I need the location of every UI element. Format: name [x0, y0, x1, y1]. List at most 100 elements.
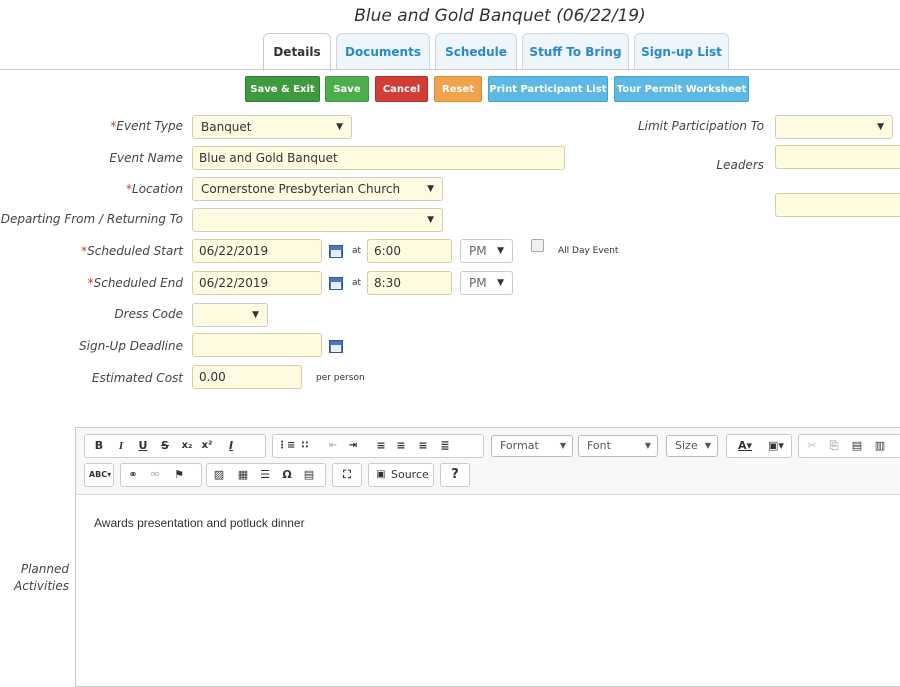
numbered-list-icon[interactable]: ⋮≡: [277, 438, 295, 454]
tour-permit-worksheet-button[interactable]: Tour Permit Worksheet: [614, 76, 749, 102]
table-icon[interactable]: ▦: [235, 467, 251, 483]
format-dropdown[interactable]: Format ▼: [491, 435, 573, 457]
limit-participation-select[interactable]: ▼: [775, 115, 893, 139]
chevron-down-icon: ▼: [877, 122, 884, 132]
tab-signup-list[interactable]: Sign-up List: [634, 33, 729, 69]
end-date-input[interactable]: 06/22/2019: [192, 271, 322, 295]
special-char-icon[interactable]: Ω: [279, 467, 295, 483]
unlink-icon[interactable]: ⚮: [147, 467, 163, 483]
chevron-down-icon: ▼: [252, 310, 259, 320]
event-type-label: *Event Type: [0, 119, 183, 133]
paste-text-icon[interactable]: ▥: [872, 438, 888, 454]
insert-group: ▨ ▦ ☰ Ω ▤: [206, 463, 326, 487]
tab-schedule[interactable]: Schedule: [435, 33, 517, 69]
chevron-down-icon: ▼: [427, 215, 434, 225]
justify-icon[interactable]: ≣: [437, 438, 453, 454]
location-label-text: Location: [132, 182, 183, 196]
end-time-input[interactable]: 8:30: [367, 271, 452, 295]
align-right-icon[interactable]: ≡: [415, 438, 431, 454]
estimated-cost-input[interactable]: 0.00: [192, 365, 302, 389]
format-label: Format: [500, 439, 539, 452]
leaders-input-2[interactable]: [775, 193, 900, 217]
tab-details[interactable]: Details: [263, 33, 331, 71]
at-label: at: [352, 278, 362, 288]
chevron-down-icon: ▼: [704, 441, 711, 450]
spellcheck-icon[interactable]: ABC▾: [88, 467, 112, 483]
all-day-checkbox[interactable]: [531, 239, 544, 252]
departing-label: Departing From / Returning To: [0, 212, 183, 226]
bold-icon[interactable]: B: [91, 438, 107, 454]
start-ampm-value: PM: [469, 244, 487, 258]
calendar-icon[interactable]: [329, 340, 343, 353]
editor-content[interactable]: Awards presentation and potluck dinner: [94, 516, 305, 530]
links-group: ⚭ ⚮ ⚑: [120, 463, 202, 487]
save-button[interactable]: Save: [325, 76, 369, 102]
scheduled-end-label-text: Scheduled End: [93, 276, 183, 290]
spellcheck-group: ABC▾: [84, 463, 114, 487]
maximize-icon[interactable]: ⛶: [339, 467, 355, 483]
strikethrough-icon[interactable]: S: [157, 438, 173, 454]
reset-button[interactable]: Reset: [434, 76, 482, 102]
dress-code-select[interactable]: ▼: [192, 303, 268, 327]
start-date-input[interactable]: 06/22/2019: [192, 239, 322, 263]
scheduled-start-label-text: Scheduled Start: [87, 244, 183, 258]
outdent-icon[interactable]: ⇤: [325, 438, 341, 454]
italic-icon[interactable]: I: [113, 438, 129, 454]
start-ampm-select[interactable]: PM ▼: [460, 239, 513, 263]
image-icon[interactable]: ▨: [211, 467, 227, 483]
font-dropdown[interactable]: Font ▼: [578, 435, 658, 457]
event-name-input[interactable]: Blue and Gold Banquet: [192, 146, 565, 170]
anchor-flag-icon[interactable]: ⚑: [171, 467, 187, 483]
subscript-icon[interactable]: x₂: [179, 438, 195, 454]
text-color-icon[interactable]: A▾: [732, 438, 758, 454]
help-icon: ?: [451, 467, 459, 482]
end-ampm-select[interactable]: PM ▼: [460, 271, 513, 295]
superscript-icon[interactable]: x²: [199, 438, 215, 454]
horizontal-line-icon[interactable]: ☰: [257, 467, 273, 483]
print-participant-list-button[interactable]: Print Participant List: [488, 76, 608, 102]
background-color-icon[interactable]: ▣▾: [763, 438, 789, 454]
help-button[interactable]: ?: [440, 463, 470, 487]
source-label: Source: [391, 468, 429, 481]
chevron-down-icon: ▼: [427, 184, 434, 194]
size-dropdown[interactable]: Size ▼: [666, 435, 718, 457]
source-icon: ▣: [376, 469, 386, 480]
link-icon[interactable]: ⚭: [125, 467, 141, 483]
tab-documents[interactable]: Documents: [336, 33, 430, 69]
clipboard-group: ✂ ⎘ ▤ ▥: [798, 434, 900, 458]
calendar-icon[interactable]: [329, 245, 343, 258]
start-time-input[interactable]: 6:00: [367, 239, 452, 263]
location-select[interactable]: Cornerstone Presbyterian Church ▼: [192, 177, 443, 201]
maximize-group: ⛶: [332, 463, 362, 487]
event-type-select[interactable]: Banquet ▼: [192, 115, 352, 139]
remove-format-icon[interactable]: I: [223, 438, 239, 454]
source-button[interactable]: ▣ Source: [368, 463, 434, 487]
tab-stuff-to-bring[interactable]: Stuff To Bring: [522, 33, 629, 69]
leaders-input-1[interactable]: [775, 145, 900, 169]
scheduled-start-label: *Scheduled Start: [0, 244, 183, 258]
page-title: Blue and Gold Banquet (06/22/19): [354, 6, 646, 26]
location-value: Cornerstone Presbyterian Church: [201, 182, 401, 196]
cancel-button[interactable]: Cancel: [375, 76, 428, 102]
event-name-label: Event Name: [109, 151, 183, 165]
page-break-icon[interactable]: ▤: [301, 467, 317, 483]
location-label: *Location: [0, 182, 183, 196]
bulleted-list-icon[interactable]: ∷: [297, 438, 313, 454]
calendar-icon[interactable]: [329, 277, 343, 290]
underline-icon[interactable]: U: [135, 438, 151, 454]
planned-label-line1: Planned: [20, 562, 69, 576]
at-label: at: [352, 246, 362, 256]
estimated-cost-label: Estimated Cost: [91, 371, 183, 385]
indent-icon[interactable]: ⇥: [345, 438, 361, 454]
tabs-divider: [0, 69, 900, 70]
cut-icon[interactable]: ✂: [804, 438, 820, 454]
align-left-icon[interactable]: ≡: [373, 438, 389, 454]
signup-deadline-input[interactable]: [192, 333, 322, 357]
basic-styles-group: B I U S x₂ x² I: [84, 434, 266, 458]
save-exit-button[interactable]: Save & Exit: [245, 76, 320, 102]
align-center-icon[interactable]: ≡: [393, 438, 409, 454]
departing-select[interactable]: ▼: [192, 208, 443, 232]
paste-icon[interactable]: ▤: [849, 438, 865, 454]
size-label: Size: [675, 439, 698, 452]
copy-icon[interactable]: ⎘: [826, 438, 842, 454]
